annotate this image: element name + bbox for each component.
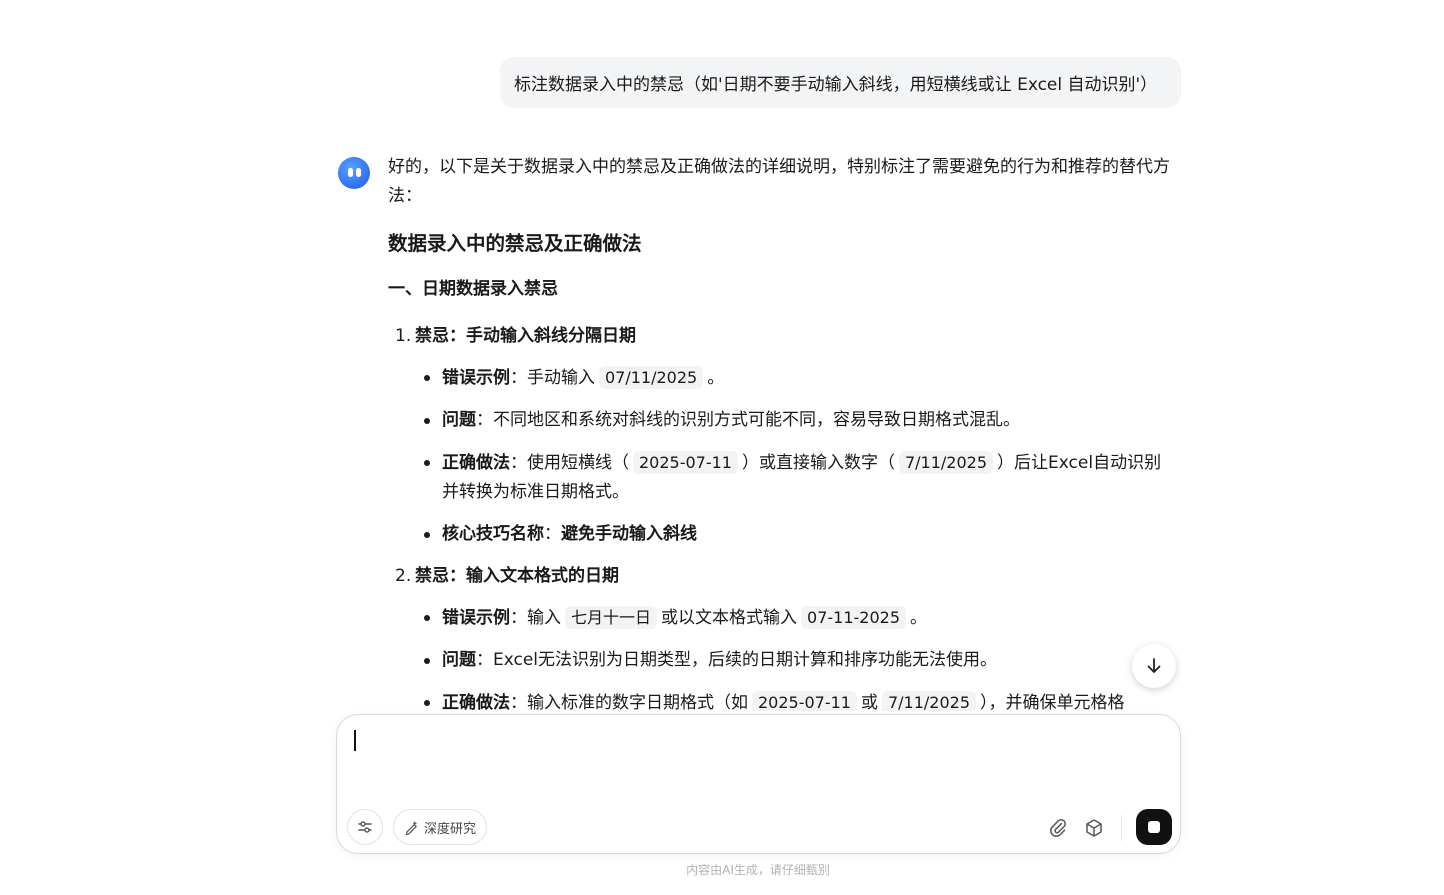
inline-code: 7/11/2025 <box>881 691 977 711</box>
bullet-text: ：输入 <box>510 608 561 628</box>
bullet-text: 或以文本格式输入 <box>661 608 798 628</box>
bullet-label: 问题 <box>442 410 476 430</box>
item-2-bullets: 错误示例：输入 七月十一日 或以文本格式输入 07-11-2025。 问题：Excel… <box>388 603 1178 711</box>
bullet-text: ：手动输入 <box>510 368 595 388</box>
deep-research-button[interactable]: 深度研究 <box>393 809 488 845</box>
inline-code: 07/11/2025 <box>599 366 704 389</box>
bullet-text: ）或直接输入数字（ <box>741 453 895 473</box>
numbered-item-1: 1. 禁忌：手动输入斜线分隔日期 <box>388 322 1178 351</box>
inline-code: 七月十一日 <box>565 606 658 629</box>
inline-code: 07-11-2025 <box>801 606 906 629</box>
item-title: 禁忌：输入文本格式的日期 <box>415 566 619 586</box>
bullet-text: 。 <box>910 608 927 628</box>
bullet-label: 核心技巧名称 <box>442 524 544 544</box>
bullet-label: 错误示例 <box>442 608 510 628</box>
paperclip-icon[interactable] <box>1047 817 1069 839</box>
user-message-text: 标注数据录入中的禁忌（如'日期不要手动输入斜线，用短横线或让 Excel 自动识… <box>514 75 1158 95</box>
assistant-answer: 好的，以下是关于数据录入中的禁忌及正确做法的详细说明，特别标注了需要避免的行为和… <box>388 153 1178 711</box>
message-input[interactable] <box>351 727 1155 791</box>
user-message-bubble: 标注数据录入中的禁忌（如'日期不要手动输入斜线，用短横线或让 Excel 自动识… <box>500 57 1181 108</box>
bullet-text: ：使用短横线（ <box>510 453 629 473</box>
bullet-text: ：Excel无法识别为日期类型，后续的日期计算和排序功能无法使用。 <box>476 650 998 670</box>
bullet-label: 正确做法 <box>442 693 510 711</box>
bullet-text: ： <box>544 524 561 544</box>
bullet-emphasis: 避免手动输入斜线 <box>561 524 697 544</box>
toolbar-divider <box>1121 815 1122 841</box>
inline-code: 2025-07-11 <box>752 691 857 711</box>
sliders-icon <box>358 821 372 833</box>
bullet-correct-method: 正确做法：输入标准的数字日期格式（如 2025-07-11 或 7/11/2025），… <box>388 688 1178 711</box>
sparkle-pen-icon <box>405 820 418 835</box>
stop-generation-button[interactable] <box>1136 809 1172 845</box>
message-composer: 深度研究 <box>336 714 1181 854</box>
ai-disclaimer: 内容由AI生成，请仔细甄别 <box>686 863 830 877</box>
bullet-text: 。 <box>707 368 725 388</box>
numbered-item-2: 2. 禁忌：输入文本格式的日期 <box>388 562 1178 591</box>
answer-intro: 好的，以下是关于数据录入中的禁忌及正确做法的详细说明，特别标注了需要避免的行为和… <box>388 157 1170 206</box>
deep-research-label: 深度研究 <box>424 821 477 837</box>
bullet-label: 正确做法 <box>442 453 510 473</box>
settings-button[interactable] <box>347 809 383 845</box>
item-1-bullets: 错误示例：手动输入 07/11/2025。 问题：不同地区和系统对斜线的识别方式可… <box>388 363 1178 549</box>
assistant-avatar-icon <box>338 157 370 189</box>
cube-icon[interactable] <box>1083 817 1105 839</box>
bullet-correct-method: 正确做法：使用短横线（ 2025-07-11 ）或直接输入数字（ 7/11/2025）… <box>388 448 1178 507</box>
inline-code: 7/11/2025 <box>898 451 994 474</box>
avatar-right-eye <box>356 168 361 177</box>
section-title: 一、日期数据录入禁忌 <box>388 279 558 299</box>
bullet-text: ：输入标准的数字日期格式（如 <box>510 693 748 711</box>
bullet-text: ），并确保单元格格 <box>980 693 1125 711</box>
item-title: 禁忌：手动输入斜线分隔日期 <box>415 326 636 346</box>
answer-title: 数据录入中的禁忌及正确做法 <box>388 232 642 255</box>
bullet-problem: 问题：Excel无法识别为日期类型，后续的日期计算和排序功能无法使用。 <box>388 646 1178 675</box>
bullet-wrong-example: 错误示例：输入 七月十一日 或以文本格式输入 07-11-2025。 <box>388 603 1178 633</box>
stop-icon <box>1148 821 1160 833</box>
arrow-down-icon <box>1147 658 1161 673</box>
item-number: 2. <box>395 566 412 586</box>
bullet-text: 或 <box>860 693 878 711</box>
scroll-to-bottom-button[interactable] <box>1132 644 1176 688</box>
bullet-label: 问题 <box>442 650 476 670</box>
avatar-left-eye <box>348 168 353 177</box>
bullet-core-tip: 核心技巧名称：避免手动输入斜线 <box>388 520 1178 549</box>
bullet-text: ：不同地区和系统对斜线的识别方式可能不同，容易导致日期格式混乱。 <box>476 410 1020 430</box>
inline-code: 2025-07-11 <box>633 451 738 474</box>
bullet-label: 错误示例 <box>442 368 510 388</box>
bullet-wrong-example: 错误示例：手动输入 07/11/2025。 <box>388 363 1178 393</box>
item-number: 1. <box>395 326 412 346</box>
chat-page: 标注数据录入中的禁忌（如'日期不要手动输入斜线，用短横线或让 Excel 自动识… <box>0 0 1444 895</box>
bullet-problem: 问题：不同地区和系统对斜线的识别方式可能不同，容易导致日期格式混乱。 <box>388 406 1178 435</box>
